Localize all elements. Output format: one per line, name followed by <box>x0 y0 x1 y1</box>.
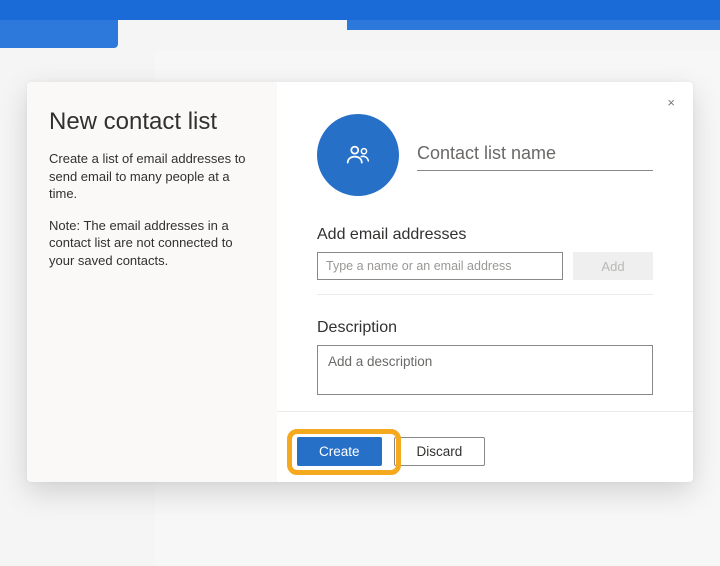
description-input[interactable] <box>317 345 653 395</box>
new-contact-list-modal: New contact list Create a list of email … <box>27 82 693 482</box>
discard-button[interactable]: Discard <box>394 437 486 466</box>
emails-label: Add email addresses <box>317 226 653 244</box>
modal-title: New contact list <box>49 108 255 136</box>
close-icon: × <box>667 95 675 110</box>
modal-form-panel: × Add email addresses Add Descript <box>277 82 693 482</box>
list-header-row <box>317 114 653 196</box>
modal-intro-text: Create a list of email addresses to send… <box>49 150 255 203</box>
description-label: Description <box>317 319 653 337</box>
emails-input-row: Add <box>317 252 653 280</box>
emails-section: Add email addresses Add <box>317 226 653 295</box>
modal-info-panel: New contact list Create a list of email … <box>27 82 277 482</box>
add-email-button[interactable]: Add <box>573 252 653 280</box>
people-icon <box>345 142 371 168</box>
create-button[interactable]: Create <box>297 437 382 466</box>
contact-list-avatar <box>317 114 399 196</box>
modal-footer: Create Discard <box>297 437 485 466</box>
modal-note-text: Note: The email addresses in a contact l… <box>49 217 255 270</box>
section-divider <box>317 294 653 295</box>
email-address-input[interactable] <box>317 252 563 280</box>
footer-divider <box>277 411 693 412</box>
contact-list-name-input[interactable] <box>417 139 653 171</box>
description-section: Description <box>317 319 653 400</box>
close-button[interactable]: × <box>665 94 677 111</box>
